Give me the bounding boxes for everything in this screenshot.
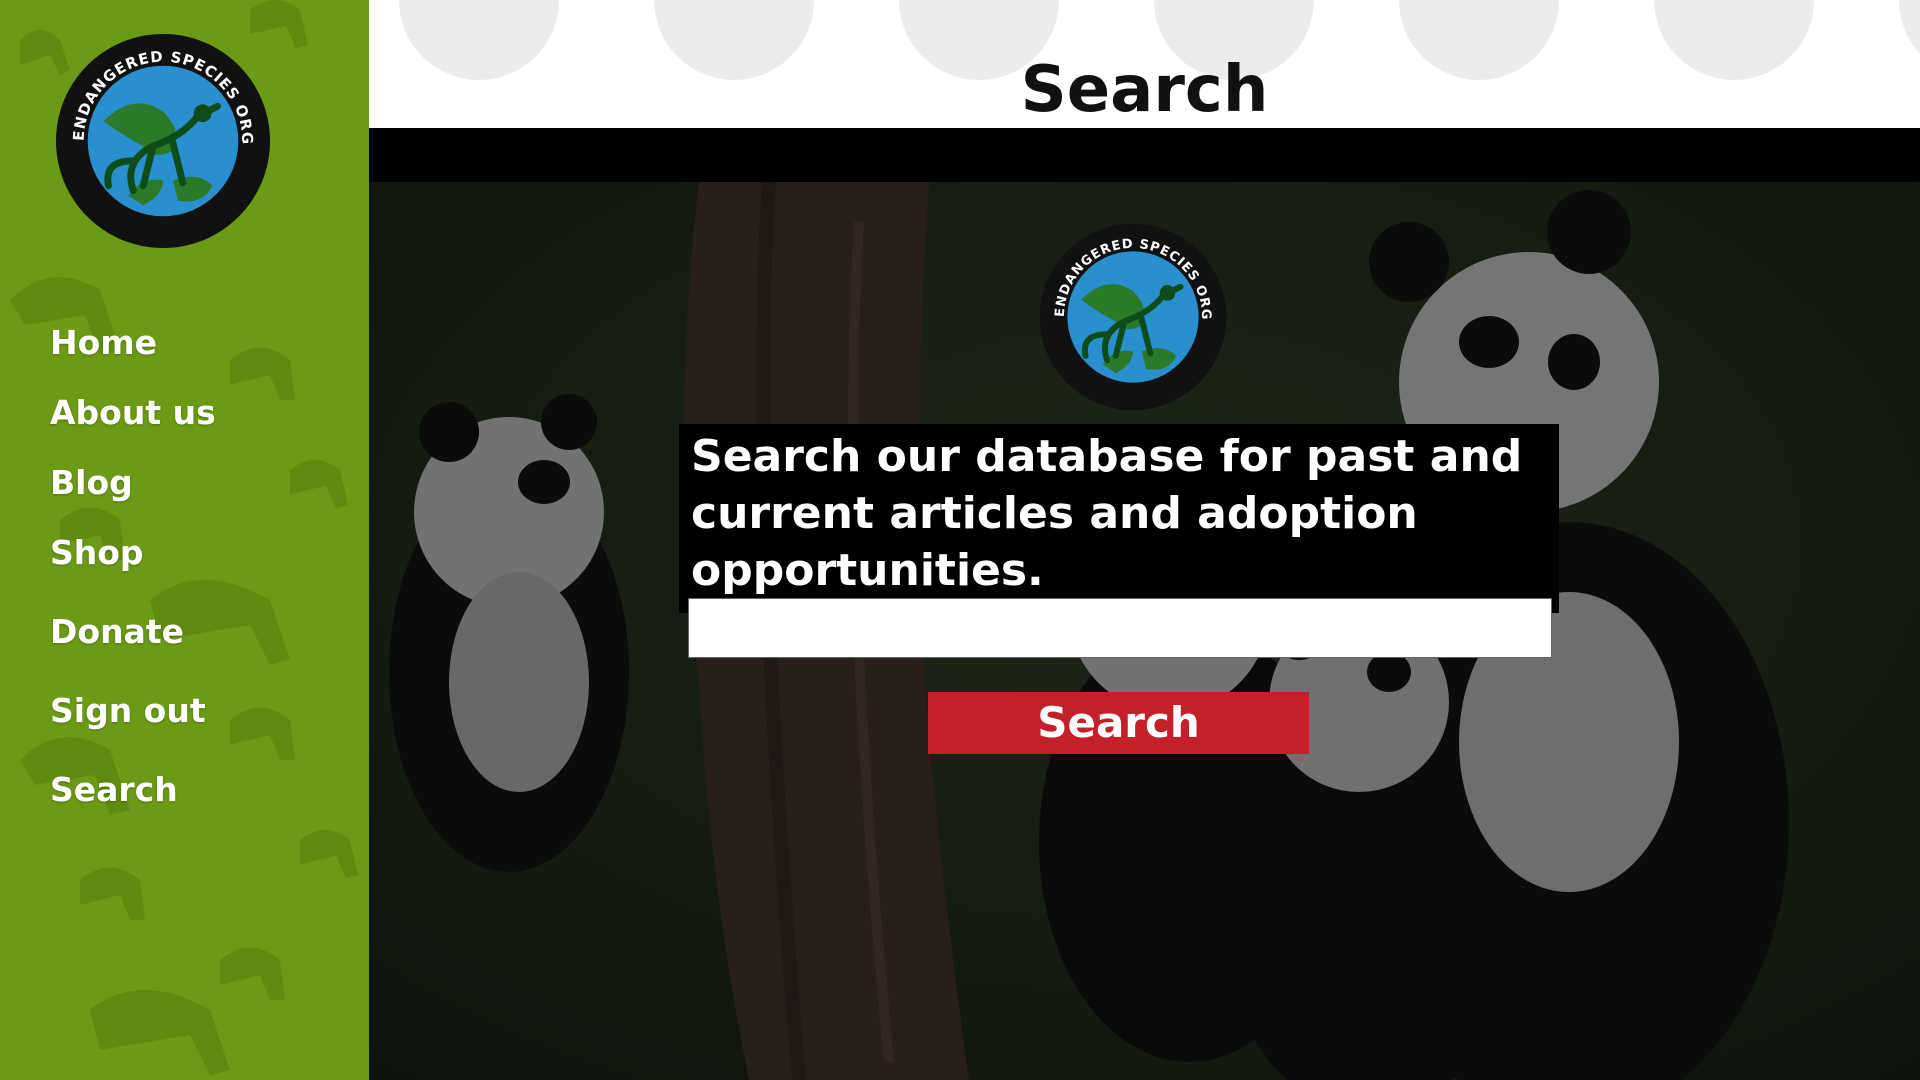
nav-sign-out[interactable]: Sign out xyxy=(50,686,216,765)
page-title: Search xyxy=(1020,53,1269,127)
header-divider-bar xyxy=(369,128,1920,182)
nav-home[interactable]: Home xyxy=(50,318,216,388)
hero-organization-logo: ENDANGERED SPECIES ORGANIZATION xyxy=(1038,222,1227,411)
hero-section: ENDANGERED SPECIES ORGANIZATION Search o… xyxy=(369,182,1920,1080)
search-button[interactable]: Search xyxy=(928,692,1309,754)
nav-donate[interactable]: Donate xyxy=(50,607,216,686)
organization-logo[interactable]: ENDANGERED SPECIES ORGANIZATION xyxy=(54,32,272,250)
nav-blog[interactable]: Blog xyxy=(50,458,216,528)
page-header: Search xyxy=(369,0,1920,128)
nav-search[interactable]: Search xyxy=(50,765,216,835)
sidebar: ENDANGERED SPECIES ORGANIZATION Home Abo… xyxy=(0,0,369,1080)
nav-shop[interactable]: Shop xyxy=(50,528,216,607)
search-input[interactable] xyxy=(688,598,1552,658)
nav-about-us[interactable]: About us xyxy=(50,388,216,458)
search-description: Search our database for past and current… xyxy=(679,424,1559,613)
main-nav: Home About us Blog Shop Donate Sign out … xyxy=(50,318,216,835)
